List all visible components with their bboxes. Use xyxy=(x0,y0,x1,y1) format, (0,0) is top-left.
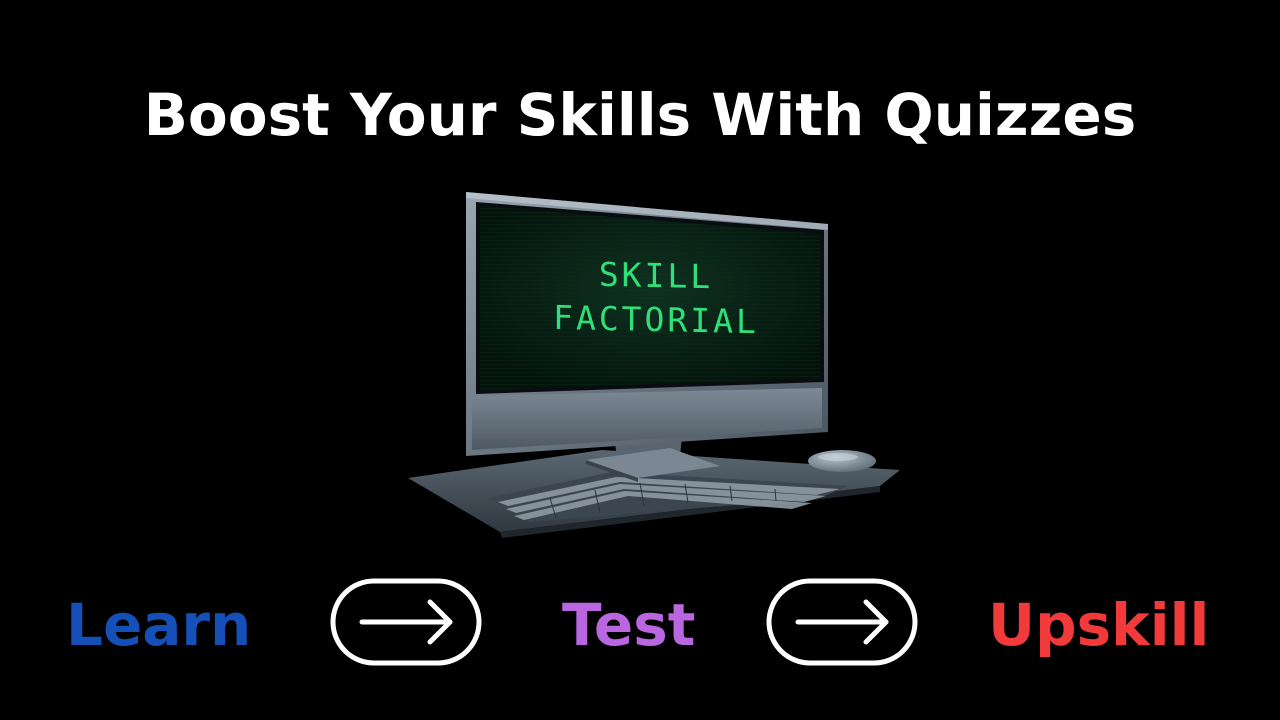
step-upskill: Upskill xyxy=(988,591,1210,659)
arrow-right-icon xyxy=(766,578,918,666)
arrow-right-icon xyxy=(330,578,482,666)
screen-line-2: FACTORIAL xyxy=(553,298,759,341)
computer-illustration: SKILL FACTORIAL xyxy=(408,192,900,538)
screen-line-1: SKILL xyxy=(599,255,713,296)
step-learn: Learn xyxy=(66,591,252,659)
step-test: Test xyxy=(562,591,696,659)
page-title: Boost Your Skills With Quizzes xyxy=(143,81,1137,149)
